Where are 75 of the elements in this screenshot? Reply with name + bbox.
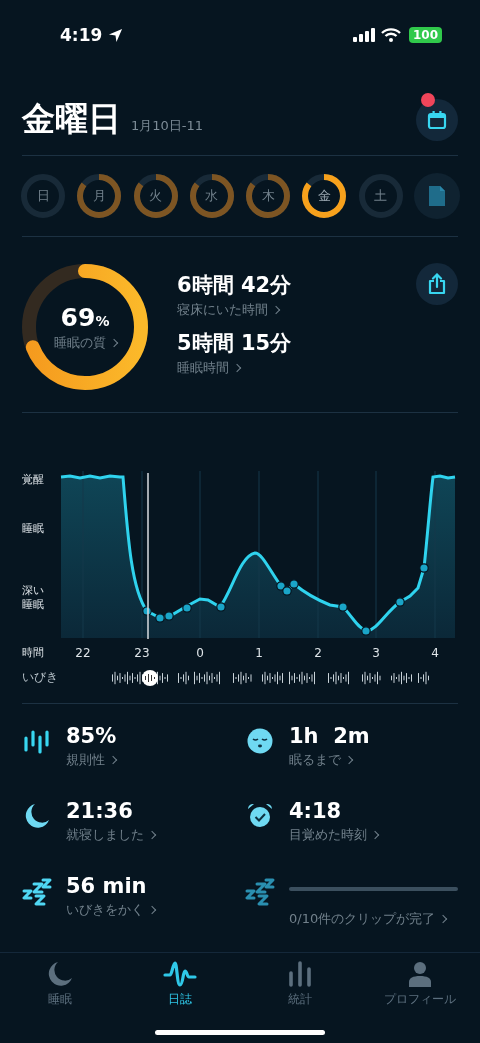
- day-ring[interactable]: 土: [357, 173, 404, 219]
- snore-event-point: [182, 603, 192, 613]
- day-ring[interactable]: 月: [76, 173, 123, 219]
- stat-value: 21:36: [66, 799, 134, 823]
- wifi-icon: [380, 28, 401, 42]
- moon-icon: [47, 961, 73, 987]
- stat-value: 4:18: [289, 799, 343, 823]
- stage-axis-label: 深い睡眠: [22, 584, 45, 613]
- hour-label: 4: [430, 646, 440, 660]
- wave-icon: [163, 961, 197, 987]
- snore-event-point: [276, 581, 286, 591]
- snore-label: いびき: [22, 669, 58, 686]
- share-button[interactable]: [416, 263, 458, 305]
- duration-value: 6時間 42分: [177, 272, 293, 299]
- date-range: 1月10日-11: [131, 116, 204, 135]
- bars-icon: [22, 728, 52, 754]
- day-ring[interactable]: 金: [301, 173, 348, 219]
- nav-tab[interactable]: 統計: [240, 961, 360, 1016]
- day-ring[interactable]: 木: [245, 173, 292, 219]
- snore-event-point: [142, 606, 152, 616]
- snore-event-point: [361, 626, 371, 636]
- calendar-icon: [427, 109, 447, 130]
- bar-chart-icon: [287, 961, 313, 987]
- snore-event-point: [338, 602, 348, 612]
- quality-link[interactable]: 睡眠の質: [53, 333, 117, 352]
- location-arrow-icon: [108, 27, 124, 43]
- stat-link[interactable]: 規則性: [66, 751, 245, 769]
- stat-link[interactable]: 0/10件のクリップが完了: [289, 910, 458, 928]
- person-icon: [407, 961, 433, 987]
- calendar-button[interactable]: [416, 98, 458, 141]
- status-time: 4:19: [60, 25, 103, 45]
- battery-level: 100: [408, 27, 442, 43]
- sleeping-face-icon: [245, 728, 275, 754]
- hour-label: 2: [313, 646, 323, 660]
- zzz-icon: [22, 878, 52, 906]
- hour-label: 3: [371, 646, 381, 660]
- share-icon: [427, 273, 447, 295]
- duration-link[interactable]: 睡眠時間: [177, 359, 388, 377]
- nav-tab[interactable]: 睡眠: [0, 961, 120, 1016]
- stat-value: 56 min: [66, 874, 148, 898]
- zzz-icon: [245, 878, 275, 906]
- signal-icon: [352, 28, 375, 42]
- duration-value: 5時間 15分: [177, 330, 293, 357]
- hour-label: 23: [133, 646, 151, 660]
- snore-event-point: [395, 597, 405, 607]
- stat-value: 1h 2m: [289, 724, 371, 748]
- document-icon: [427, 185, 446, 207]
- hour-label: 0: [195, 646, 205, 660]
- snore-event-point: [289, 579, 299, 589]
- snore-event-point: [419, 563, 429, 573]
- nav-tab[interactable]: プロフィール: [360, 961, 480, 1016]
- playhead-handle[interactable]: [142, 670, 158, 686]
- quality-percent: 69%: [60, 302, 110, 332]
- nav-tab[interactable]: 日誌: [120, 961, 240, 1016]
- day-ring[interactable]: 日: [20, 173, 66, 219]
- stage-axis-label: 睡眠: [22, 522, 45, 537]
- snore-event-point: [216, 602, 226, 612]
- stat-link[interactable]: 就寝しました: [66, 826, 245, 844]
- stat-link[interactable]: いびきをかく: [66, 901, 245, 919]
- alarm-clock-icon: [245, 803, 275, 829]
- axis-title: 時間: [22, 646, 45, 661]
- stat-value: 85%: [66, 724, 118, 748]
- stage-axis-label: 覚醒: [22, 473, 45, 488]
- report-button[interactable]: [413, 173, 460, 219]
- day-ring[interactable]: 火: [132, 173, 179, 219]
- hour-label: 1: [254, 646, 264, 660]
- snore-event-point: [164, 611, 174, 621]
- duration-link[interactable]: 寝床にいた時間: [177, 301, 388, 319]
- day-title: 金曜日: [22, 98, 121, 140]
- stat-link[interactable]: 眠るまで: [289, 751, 458, 769]
- snore-event-point: [155, 613, 165, 623]
- snore-event-point: [282, 586, 292, 596]
- stat-link[interactable]: 目覚めた時刻: [289, 826, 458, 844]
- day-ring[interactable]: 水: [188, 173, 235, 219]
- hour-label: 22: [74, 646, 92, 660]
